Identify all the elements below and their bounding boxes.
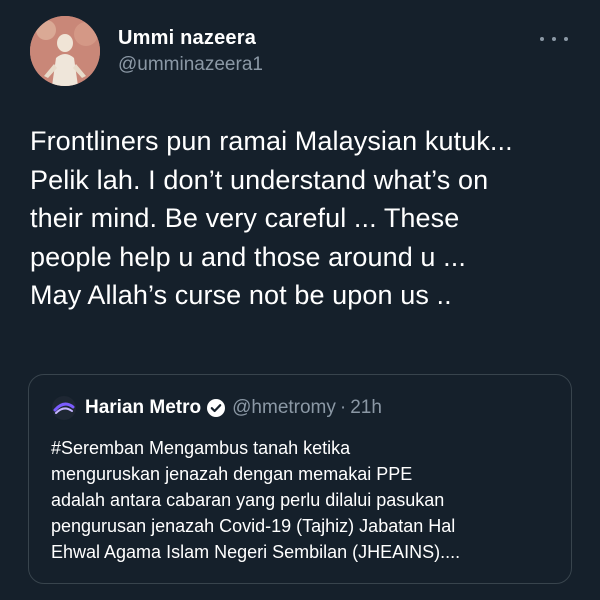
quoted-author-name: Harian Metro — [85, 397, 202, 418]
avatar-photo — [30, 16, 100, 86]
quoted-author-handle: @hmetromy — [232, 397, 336, 418]
quoted-text-line: #Seremban Mengambus tanah ketika — [51, 438, 351, 458]
verified-badge-icon — [206, 398, 226, 418]
quoted-tweet-header: Harian Metro @hmetromy · 21h — [51, 395, 382, 421]
author-display-name[interactable]: Ummi nazeera — [118, 26, 263, 50]
more-horizontal-icon[interactable] — [540, 32, 568, 46]
author-handle[interactable]: @umminazeera1 — [118, 52, 263, 78]
more-dot — [540, 37, 544, 41]
more-dot — [564, 37, 568, 41]
tweet-text-line: Frontliners pun ramai Malaysian kutuk... — [30, 126, 513, 156]
author-avatar[interactable] — [30, 16, 100, 86]
tweet-text-line: people help u and those around u ... — [30, 241, 466, 272]
quoted-tweet[interactable]: Harian Metro @hmetromy · 21h #Seremban M… — [28, 374, 572, 584]
quoted-tweet-text: #Seremban Mengambus tanah ketika menguru… — [51, 435, 561, 565]
quoted-timestamp[interactable]: 21h — [350, 397, 382, 419]
separator-dot: · — [339, 397, 347, 418]
quoted-author-avatar — [51, 395, 77, 421]
quoted-text-line: adalah antara cabaran yang perlu dilalui… — [51, 490, 445, 510]
tweet-text-line: Pelik lah. I don’t understand what’s on — [30, 164, 489, 195]
quoted-text-line: pengurusan jenazah Covid-19 (Tajhiz) Jab… — [51, 516, 456, 536]
author-names: Ummi nazeera @umminazeera1 — [118, 26, 263, 78]
more-dot — [552, 37, 556, 41]
quoted-text-line: menguruskan jenazah dengan memakai PPE — [51, 464, 413, 484]
quoted-text-line: Ehwal Agama Islam Negeri Sembilan (JHEAI… — [51, 542, 461, 562]
tweet-text: Frontliners pun ramai Malaysian kutuk...… — [30, 122, 580, 315]
tweet-text-line: their mind. Be very careful ... These — [30, 203, 460, 233]
tweet: Ummi nazeera @umminazeera1 Frontliners p… — [0, 0, 600, 600]
tweet-header: Ummi nazeera @umminazeera1 — [30, 16, 580, 86]
tweet-text-line: May Allah’s curse not be upon us .. — [30, 280, 452, 310]
harian-metro-logo-icon — [52, 396, 76, 420]
